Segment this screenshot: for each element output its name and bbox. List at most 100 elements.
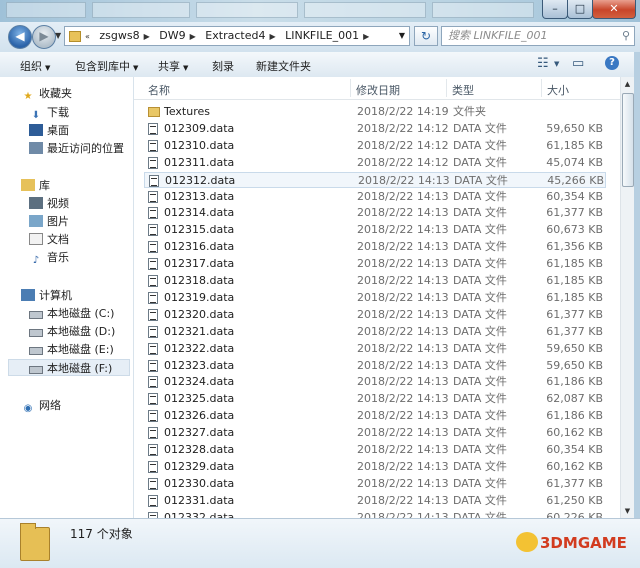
file-size: 60,354 KB	[546, 189, 603, 203]
file-name: 012328.data	[164, 443, 235, 456]
file-row[interactable]: 012320.data 2018/2/22 14:13 DATA 文件 61,377 …	[144, 307, 606, 323]
address-dropdown-icon[interactable]: ▼	[399, 31, 405, 40]
file-type: DATA 文件	[453, 138, 507, 152]
file-row[interactable]: 012328.data 2018/2/22 14:13 DATA 文件 60,354 …	[144, 442, 606, 458]
file-name: 012325.data	[164, 392, 235, 406]
nav-music[interactable]: ♪ 音乐	[29, 249, 69, 266]
breadcrumb-overflow-icon[interactable]: «	[85, 32, 90, 41]
file-type: DATA 文件	[453, 223, 507, 237]
file-row[interactable]: 012316.data 2018/2/22 14:13 DATA 文件 61,356 …	[144, 239, 606, 255]
file-row[interactable]: 012319.data 2018/2/22 14:13 DATA 文件 61,185 …	[144, 290, 606, 306]
nav-disk-e[interactable]: 本地磁盘 (E:)	[29, 341, 114, 358]
nav-pictures[interactable]: 图片	[29, 213, 69, 230]
file-row[interactable]: 012312.data 2018/2/22 14:13 DATA 文件 45,266 …	[144, 171, 606, 188]
share-button[interactable]: 共享 ▼	[158, 58, 188, 74]
nav-desktop[interactable]: 桌面	[29, 122, 69, 139]
view-options-icon[interactable]: ☷	[537, 56, 549, 71]
chevron-down-icon[interactable]: ▼	[554, 60, 559, 68]
file-row[interactable]: 012318.data 2018/2/22 14:13 DATA 文件 61,185 …	[144, 273, 606, 289]
file-row[interactable]: 012325.data 2018/2/22 14:13 DATA 文件 62,087 …	[144, 391, 606, 407]
nav-disk-c[interactable]: 本地磁盘 (C:)	[29, 305, 114, 322]
file-type: DATA 文件	[453, 121, 507, 135]
help-icon[interactable]: ?	[605, 56, 619, 70]
nav-favorites[interactable]: ★ 收藏夹	[21, 85, 72, 102]
file-date: 2018/2/22 14:13	[357, 375, 449, 389]
file-name: 012330.data	[164, 476, 235, 490]
scroll-up-icon[interactable]: ▲	[621, 77, 634, 91]
breadcrumb-item[interactable]: zsgws8	[99, 29, 139, 42]
file-row[interactable]: 012326.data 2018/2/22 14:13 DATA 文件 61,186 …	[144, 408, 606, 424]
breadcrumb-item[interactable]: Extracted4	[205, 29, 265, 42]
nav-disk-f[interactable]: 本地磁盘 (F:)	[8, 359, 130, 376]
organize-button[interactable]: 组织 ▼	[20, 58, 50, 74]
column-date-modified[interactable]: 修改日期	[356, 82, 400, 98]
column-size[interactable]: 大小	[547, 82, 569, 98]
item-count: 117 个对象	[70, 527, 133, 541]
back-arrow-icon[interactable]: ◀	[8, 25, 32, 49]
file-size: 60,162 KB	[546, 459, 603, 473]
minimize-button[interactable]: –	[542, 0, 568, 19]
forward-arrow-icon[interactable]: ▶	[32, 25, 56, 49]
chevron-right-icon[interactable]: ▶	[144, 32, 150, 41]
file-icon	[148, 444, 158, 456]
search-input[interactable]: 搜索 LINKFILE_001 ⚲	[441, 26, 635, 46]
nav-recent-places[interactable]: 最近访问的位置	[29, 140, 124, 157]
file-row[interactable]: 012311.data 2018/2/22 14:12 DATA 文件 45,074 …	[144, 155, 606, 171]
address-field[interactable]: « zsgws8 ▶ DW9 ▶ Extracted4 ▶ LINKFILE_001 ▶…	[64, 26, 410, 46]
file-row[interactable]: 012313.data 2018/2/22 14:13 DATA 文件 60,354 …	[144, 189, 606, 205]
close-button[interactable]: ✕	[592, 0, 636, 19]
scrollbar-thumb[interactable]	[622, 93, 634, 187]
refresh-icon[interactable]: ↻	[414, 26, 438, 46]
preview-pane-icon[interactable]: ▭	[572, 56, 584, 71]
file-icon	[148, 224, 158, 237]
file-row[interactable]: 012329.data 2018/2/22 14:13 DATA 文件 60,162 …	[144, 459, 606, 475]
file-date: 2018/2/22 14:12	[357, 121, 449, 135]
search-icon[interactable]: ⚲	[622, 27, 630, 45]
nav-computer[interactable]: 计算机	[21, 287, 72, 304]
nav-label: 计算机	[39, 289, 72, 302]
nav-downloads[interactable]: ⬇ 下载	[29, 104, 69, 121]
include-in-library-button[interactable]: 包含到库中 ▼	[75, 58, 138, 74]
breadcrumb-item[interactable]: DW9	[159, 29, 185, 42]
nav-network[interactable]: ◉ 网络	[21, 397, 61, 414]
file-size: 60,673 KB	[546, 223, 603, 237]
nav-videos[interactable]: 视频	[29, 195, 69, 212]
nav-libraries[interactable]: 库	[21, 177, 50, 194]
file-row[interactable]: 012310.data 2018/2/22 14:12 DATA 文件 61,185 …	[144, 138, 606, 154]
file-name: 012329.data	[164, 459, 235, 473]
file-row[interactable]: 012321.data 2018/2/22 14:13 DATA 文件 61,377 …	[144, 324, 606, 340]
file-row[interactable]: 012332.data 2018/2/22 14:13 DATA 文件 60,226 …	[144, 510, 606, 518]
maximize-button[interactable]: □	[567, 0, 593, 19]
file-row[interactable]: 012324.data 2018/2/22 14:13 DATA 文件 61,186 …	[144, 374, 606, 390]
file-row[interactable]: 012331.data 2018/2/22 14:13 DATA 文件 61,250 …	[144, 493, 606, 509]
file-row[interactable]: 012327.data 2018/2/22 14:13 DATA 文件 60,162 …	[144, 425, 606, 441]
new-folder-button[interactable]: 新建文件夹	[256, 58, 311, 74]
scroll-down-icon[interactable]: ▼	[621, 504, 634, 518]
column-type[interactable]: 类型	[452, 82, 474, 98]
file-row[interactable]: 012315.data 2018/2/22 14:13 DATA 文件 60,673 …	[144, 222, 606, 238]
file-row[interactable]: 012314.data 2018/2/22 14:13 DATA 文件 61,377 …	[144, 205, 606, 221]
watermark-text: 3DMGAME	[540, 534, 627, 552]
vertical-scrollbar[interactable]: ▲ ▼	[620, 77, 634, 518]
file-date: 2018/2/22 14:13	[357, 392, 449, 406]
file-name: 012317.data	[164, 257, 235, 271]
file-size: 59,650 KB	[546, 341, 603, 355]
drive-icon	[29, 366, 43, 374]
file-row[interactable]: 012317.data 2018/2/22 14:13 DATA 文件 61,185 …	[144, 256, 606, 272]
chevron-right-icon[interactable]: ▶	[363, 32, 369, 41]
file-icon	[148, 410, 158, 423]
file-icon	[148, 359, 158, 372]
file-row[interactable]: 012323.data 2018/2/22 14:13 DATA 文件 59,650 …	[144, 358, 606, 374]
file-row[interactable]: 012322.data 2018/2/22 14:13 DATA 文件 59,650 …	[144, 341, 606, 357]
chevron-right-icon[interactable]: ▶	[269, 32, 275, 41]
nav-disk-d[interactable]: 本地磁盘 (D:)	[29, 323, 115, 340]
breadcrumb-item[interactable]: LINKFILE_001	[285, 29, 359, 42]
recent-pages-dropdown-icon[interactable]: ▼	[55, 31, 61, 40]
burn-button[interactable]: 刻录	[212, 58, 234, 74]
file-row[interactable]: 012330.data 2018/2/22 14:13 DATA 文件 61,377 …	[144, 476, 606, 492]
nav-documents[interactable]: 文档	[29, 231, 69, 248]
column-name[interactable]: 名称	[148, 82, 170, 98]
chevron-right-icon[interactable]: ▶	[190, 32, 196, 41]
file-row[interactable]: 012309.data 2018/2/22 14:12 DATA 文件 59,650 …	[144, 121, 606, 137]
file-row[interactable]: Textures 2018/2/22 14:19 文件夹	[144, 104, 606, 120]
